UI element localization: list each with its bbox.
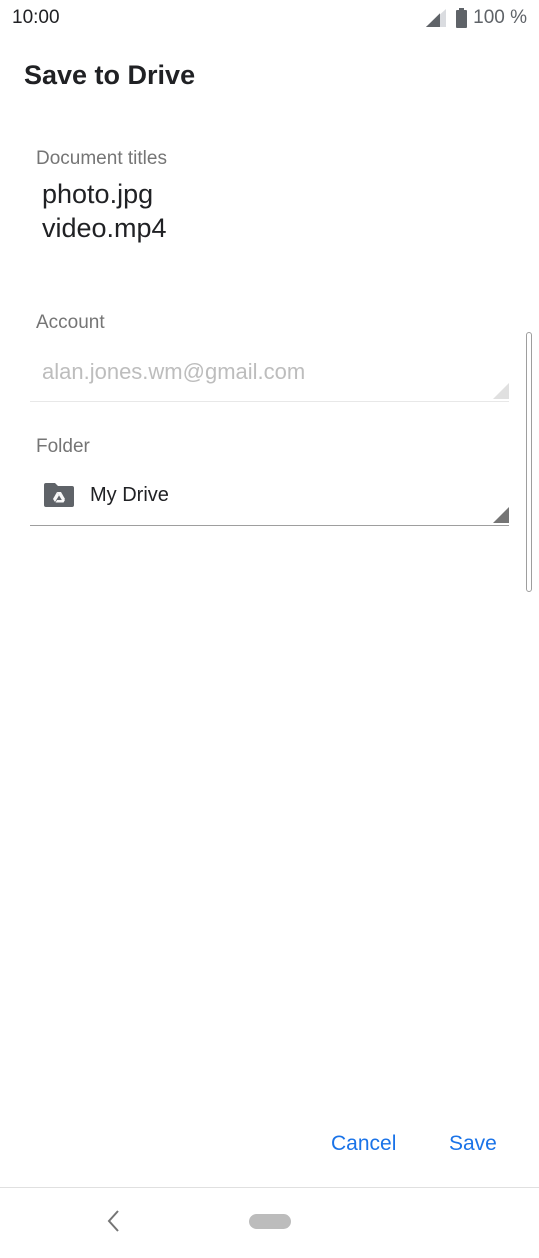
save-button[interactable]: Save (443, 1128, 503, 1160)
home-button[interactable] (249, 1214, 291, 1229)
signal-icon (426, 9, 447, 27)
document-titles-label: Document titles (36, 148, 167, 169)
dropdown-arrow-icon (493, 383, 509, 399)
status-icons: 100 % (426, 7, 527, 29)
document-title-item: photo.jpg (42, 179, 154, 209)
folder-dropdown[interactable]: My Drive (30, 474, 509, 526)
battery-icon (456, 8, 468, 28)
cancel-button[interactable]: Cancel (325, 1128, 402, 1160)
document-titles-list: photo.jpg video.mp4 (42, 177, 167, 245)
page-title: Save to Drive (24, 60, 196, 90)
battery-percent: 100 % (473, 7, 527, 28)
document-title-item: video.mp4 (42, 213, 167, 243)
account-label: Account (36, 312, 105, 333)
status-bar: 10:00 100 % (0, 0, 539, 38)
dropdown-arrow-icon (493, 507, 509, 523)
account-dropdown[interactable]: alan.jones.wm@gmail.com (30, 350, 509, 402)
account-value: alan.jones.wm@gmail.com (42, 359, 306, 384)
drive-folder-icon (44, 483, 74, 507)
folder-label: Folder (36, 436, 90, 457)
status-time: 10:00 (12, 7, 60, 28)
folder-value: My Drive (90, 484, 169, 506)
nav-divider (0, 1187, 539, 1188)
back-icon[interactable] (100, 1207, 128, 1235)
scrollbar[interactable] (526, 332, 532, 592)
